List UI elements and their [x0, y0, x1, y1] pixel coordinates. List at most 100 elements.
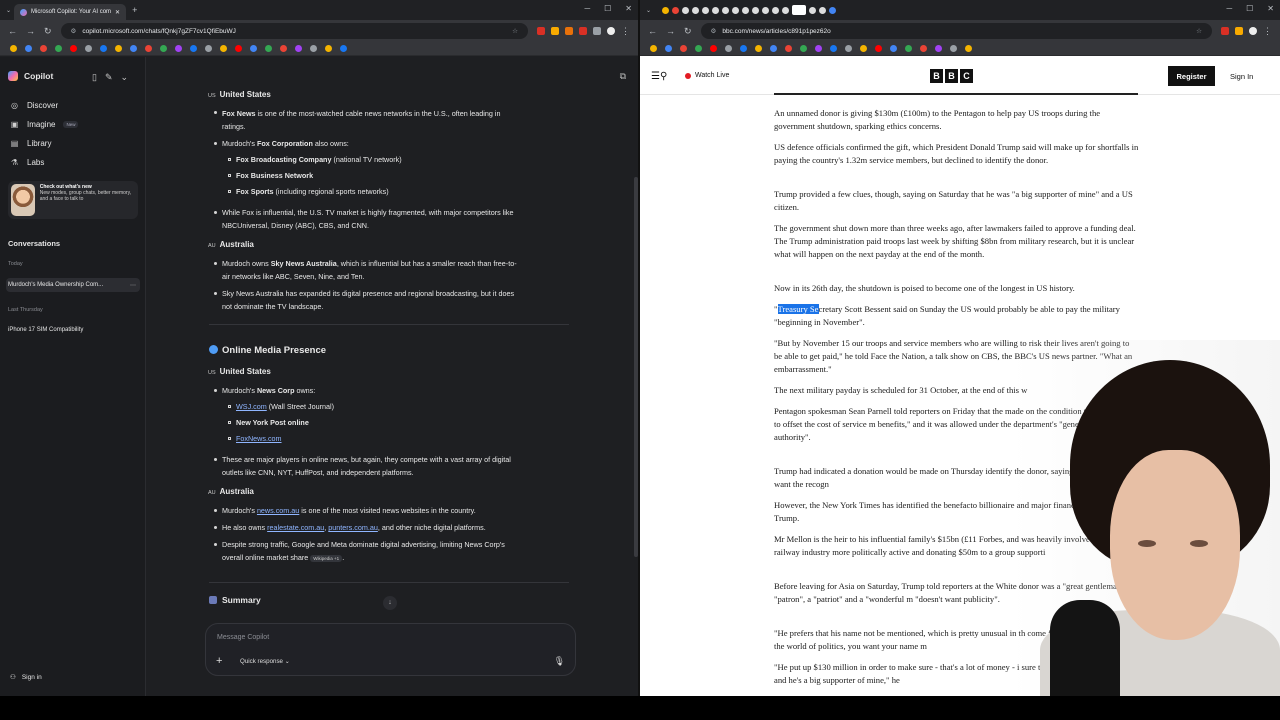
new-tab-button[interactable]: +	[132, 5, 137, 15]
close-window-icon[interactable]: ✕	[625, 4, 632, 13]
reload-icon[interactable]: ↻	[684, 26, 692, 37]
bookmark-icon[interactable]	[725, 45, 732, 52]
minimize-icon[interactable]: ─	[584, 4, 590, 13]
browser-menu-icon[interactable]: ⋮	[621, 26, 630, 37]
bookmark-star-icon[interactable]: ☆	[512, 27, 518, 35]
bookmark-icon[interactable]	[145, 45, 152, 52]
realestate-link[interactable]: realestate.com.au	[267, 523, 324, 532]
bookmark-icon[interactable]	[830, 45, 837, 52]
bookmark-icon[interactable]	[905, 45, 912, 52]
site-info-icon[interactable]: ⚙	[711, 27, 717, 35]
extension-icon[interactable]	[1235, 27, 1243, 35]
bookmark-icon[interactable]	[950, 45, 957, 52]
wsj-link[interactable]: WSJ.com	[236, 402, 267, 411]
sidebar-item-library[interactable]: ▤ Library	[10, 139, 52, 148]
extension-icon[interactable]	[593, 27, 601, 35]
bookmark-icon[interactable]	[40, 45, 47, 52]
back-icon[interactable]: ←	[648, 26, 657, 36]
sidebar-sign-in[interactable]: ⚇ Sign in	[10, 673, 42, 682]
tab-favicon-icon[interactable]	[732, 6, 739, 14]
message-composer[interactable]: Message Copilot + Quick response ⌄ 🎙	[205, 623, 576, 676]
sidebar-item-discover[interactable]: ◎ Discover	[10, 101, 58, 110]
text-selection[interactable]: Treasury Se	[777, 304, 819, 314]
extension-icon[interactable]	[1221, 27, 1229, 35]
bookmark-icon[interactable]	[220, 45, 227, 52]
copilot-logo[interactable]: Copilot	[8, 71, 53, 81]
add-attachment-icon[interactable]: +	[216, 655, 222, 667]
tab-favicon-icon[interactable]	[722, 6, 729, 14]
new-chat-icon[interactable]: ✎	[105, 72, 113, 83]
conversation-item[interactable]: iPhone 17 SIM Compatibility	[6, 323, 140, 337]
foxnews-link[interactable]: FoxNews.com	[236, 434, 282, 443]
tab-favicon-icon[interactable]	[662, 6, 669, 14]
forward-icon[interactable]: →	[26, 26, 35, 36]
watch-live-button[interactable]: Watch Live	[685, 72, 729, 79]
bookmark-icon[interactable]	[100, 45, 107, 52]
bookmark-icon[interactable]	[755, 45, 762, 52]
tab-search-icon[interactable]: ⌄	[646, 7, 654, 14]
tab-search-icon[interactable]: ⌄	[6, 7, 14, 14]
collapse-sidebar-icon[interactable]: ▯	[92, 72, 97, 83]
bookmark-icon[interactable]	[800, 45, 807, 52]
extension-icon[interactable]	[537, 27, 545, 35]
tab-favicon-icon[interactable]	[682, 6, 689, 14]
bookmark-icon[interactable]	[250, 45, 257, 52]
bookmark-icon[interactable]	[130, 45, 137, 52]
bookmark-icon[interactable]	[935, 45, 942, 52]
bookmark-icon[interactable]	[70, 45, 77, 52]
punters-link[interactable]: punters.com.au	[328, 523, 378, 532]
active-tab-bbc[interactable]	[792, 5, 806, 15]
quick-response-dropdown[interactable]: Quick response ⌄	[240, 658, 290, 665]
url-field[interactable]: ⚙ copilot.microsoft.com/chats/fQnkj7gZF7…	[60, 23, 528, 39]
browser-menu-icon[interactable]: ⋮	[1263, 26, 1272, 37]
bookmark-star-icon[interactable]: ☆	[1196, 27, 1202, 35]
tab-close-icon[interactable]: ✕	[115, 9, 120, 16]
bookmark-icon[interactable]	[845, 45, 852, 52]
bookmark-icon[interactable]	[815, 45, 822, 52]
tab-favicon-icon[interactable]	[712, 6, 719, 14]
bookmark-icon[interactable]	[860, 45, 867, 52]
bookmark-icon[interactable]	[310, 45, 317, 52]
sidebar-item-imagine[interactable]: ▣ Imagine New	[10, 120, 79, 129]
profile-avatar-icon[interactable]	[607, 27, 615, 35]
tab-favicon-icon[interactable]	[742, 6, 749, 14]
whats-new-promo-card[interactable]: Check out what's new New modes, group ch…	[8, 181, 138, 219]
chevron-down-icon[interactable]: ⌄	[121, 72, 129, 83]
bookmark-icon[interactable]	[190, 45, 197, 52]
bookmark-icon[interactable]	[680, 45, 687, 52]
sidebar-item-labs[interactable]: ⚗ Labs	[10, 158, 44, 167]
tab-favicon-icon[interactable]	[762, 6, 769, 14]
bookmark-icon[interactable]	[55, 45, 62, 52]
bookmark-icon[interactable]	[160, 45, 167, 52]
bbc-logo[interactable]: B B C	[930, 69, 973, 83]
tab-favicon-icon[interactable]	[819, 6, 826, 14]
bookmark-icon[interactable]	[85, 45, 92, 52]
url-field[interactable]: ⚙ bbc.com/news/articles/c891p1pez62o ☆	[700, 23, 1212, 39]
newscomau-link[interactable]: news.com.au	[257, 506, 299, 515]
forward-icon[interactable]: →	[666, 26, 675, 36]
reload-icon[interactable]: ↻	[44, 26, 52, 37]
bookmark-icon[interactable]	[175, 45, 182, 52]
profile-avatar-icon[interactable]	[1249, 27, 1257, 35]
bookmark-icon[interactable]	[340, 45, 347, 52]
conversation-item[interactable]: Murdoch's Media Ownership Com... ⋯	[6, 278, 140, 292]
bookmark-icon[interactable]	[695, 45, 702, 52]
bookmark-icon[interactable]	[25, 45, 32, 52]
extension-icon[interactable]	[579, 27, 587, 35]
tab-favicon-icon[interactable]	[809, 6, 816, 14]
site-info-icon[interactable]: ⚙	[71, 27, 77, 35]
bookmark-icon[interactable]	[650, 45, 657, 52]
bookmark-icon[interactable]	[280, 45, 287, 52]
maximize-icon[interactable]: ☐	[1246, 4, 1253, 13]
minimize-icon[interactable]: ─	[1226, 4, 1232, 13]
tab-favicon-icon[interactable]	[829, 6, 836, 14]
scroll-down-button[interactable]: ↓	[383, 596, 397, 610]
tab-copilot[interactable]: Microsoft Copilot: Your AI com ✕	[14, 4, 127, 20]
back-icon[interactable]: ←	[8, 26, 17, 36]
tab-favicon-icon[interactable]	[672, 6, 679, 14]
citation-chip[interactable]: Wikipedia +1	[310, 555, 343, 562]
bookmark-icon[interactable]	[665, 45, 672, 52]
bookmark-icon[interactable]	[265, 45, 272, 52]
bookmark-icon[interactable]	[710, 45, 717, 52]
bookmark-icon[interactable]	[875, 45, 882, 52]
